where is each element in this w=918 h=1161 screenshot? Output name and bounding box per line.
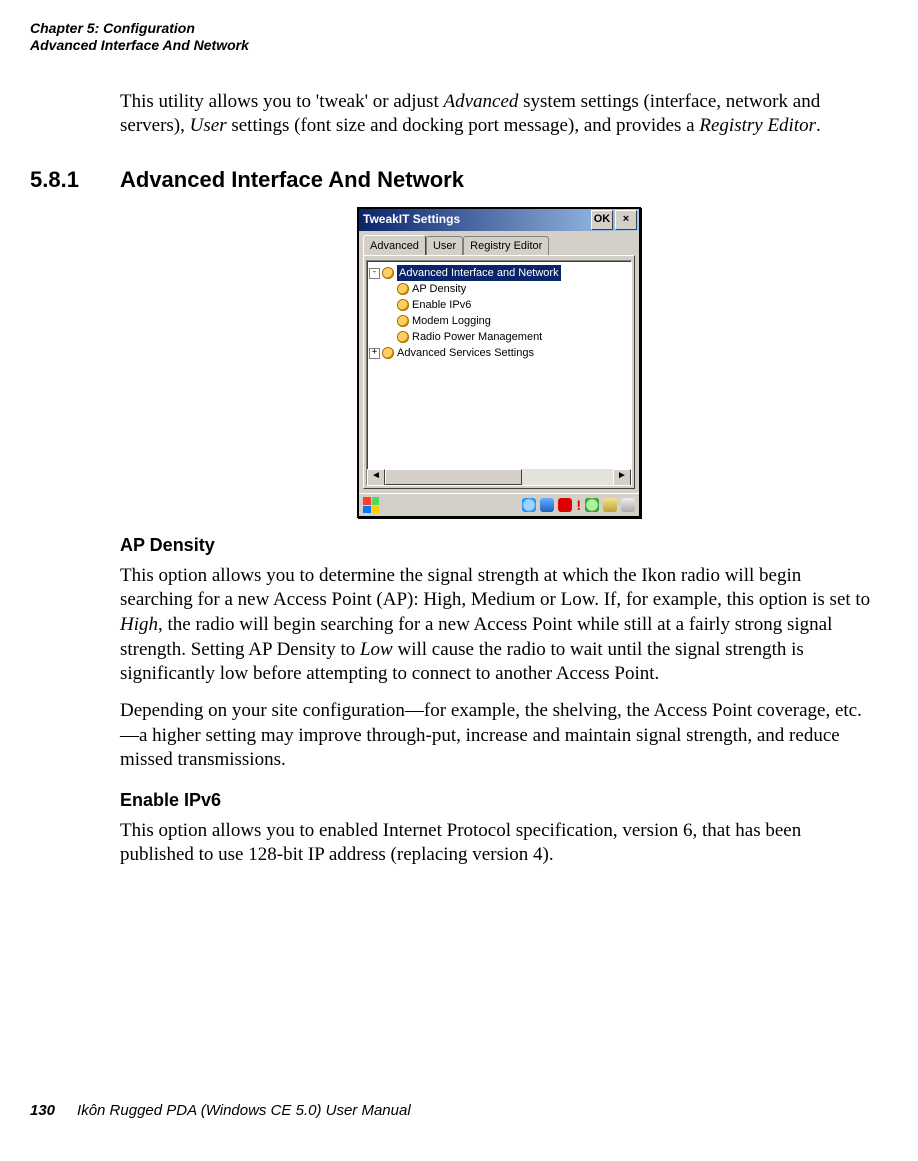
intro-text-d: . — [816, 115, 821, 136]
section-number: 5.8.1 — [30, 167, 120, 193]
gear-icon — [397, 299, 409, 311]
page-number: 130 — [30, 1102, 55, 1119]
scroll-left-button[interactable]: ◄ — [367, 469, 385, 486]
collapse-icon[interactable]: - — [369, 268, 380, 279]
enable-ipv6-heading: Enable IPv6 — [120, 789, 878, 812]
tree-label: Advanced Interface and Network — [397, 265, 561, 281]
close-button[interactable]: × — [615, 210, 637, 230]
intro-paragraph: This utility allows you to 'tweak' or ad… — [120, 90, 878, 139]
running-header: Chapter 5: Configuration Advanced Interf… — [30, 20, 888, 54]
page-footer: 130 Ikôn Rugged PDA (Windows CE 5.0) User… — [30, 1102, 411, 1119]
plug-icon[interactable] — [621, 498, 635, 512]
start-button[interactable] — [363, 497, 379, 513]
intro-text-c: settings (font size and docking port mes… — [227, 115, 700, 136]
gear-icon — [397, 331, 409, 343]
tree-label: Radio Power Management — [412, 329, 542, 345]
ap-density-paragraph-2: Depending on your site configuration—for… — [120, 699, 878, 773]
ok-button[interactable]: OK — [591, 210, 613, 230]
scroll-thumb[interactable] — [385, 469, 522, 485]
dialog-titlebar[interactable]: TweakIT Settings OK × — [359, 209, 639, 231]
ap-italic-high: High — [120, 614, 158, 635]
scroll-track[interactable] — [385, 469, 613, 485]
manual-title: Ikôn Rugged PDA (Windows CE 5.0) User Ma… — [77, 1102, 411, 1119]
network-icon[interactable] — [540, 498, 554, 512]
tree-node-enable-ipv6[interactable]: Enable IPv6 — [369, 297, 627, 313]
ap-italic-low: Low — [360, 639, 393, 660]
dialog-title: TweakIT Settings — [363, 212, 589, 228]
tree-node-advanced-services[interactable]: + Advanced Services Settings — [369, 345, 627, 361]
enable-ipv6-paragraph: This option allows you to enabled Intern… — [120, 819, 878, 868]
tree-node-radio-power[interactable]: Radio Power Management — [369, 329, 627, 345]
gear-icon — [397, 283, 409, 295]
header-chapter: Chapter 5: Configuration — [30, 20, 888, 37]
gear-icon — [382, 267, 394, 279]
taskbar[interactable]: ! — [359, 493, 639, 516]
scroll-right-button[interactable]: ► — [613, 469, 631, 486]
globe-icon[interactable] — [522, 498, 536, 512]
intro-italic-advanced: Advanced — [443, 91, 518, 112]
intro-text-a: This utility allows you to 'tweak' or ad… — [120, 91, 443, 112]
tree-label: Enable IPv6 — [412, 297, 471, 313]
expand-icon[interactable]: + — [369, 348, 380, 359]
intro-italic-user: User — [190, 115, 227, 136]
globe2-icon[interactable] — [585, 498, 599, 512]
intro-italic-registry: Registry Editor — [699, 115, 816, 136]
tab-user[interactable]: User — [426, 236, 463, 255]
horizontal-scrollbar[interactable]: ◄ ► — [367, 469, 631, 485]
ap-density-heading: AP Density — [120, 534, 878, 557]
tree-label: AP Density — [412, 281, 466, 297]
tree-label: Advanced Services Settings — [397, 345, 534, 361]
gear-icon — [382, 347, 394, 359]
tree-node-ap-density[interactable]: AP Density — [369, 281, 627, 297]
card-icon[interactable] — [603, 498, 617, 512]
section-heading: 5.8.1Advanced Interface And Network — [30, 167, 888, 193]
ap-text-a: This option allows you to determine the … — [120, 565, 870, 611]
tweakit-dialog: TweakIT Settings OK × Advanced User Regi… — [357, 207, 641, 518]
gear-icon — [397, 315, 409, 327]
system-tray: ! — [522, 498, 635, 512]
exclamation-icon[interactable]: ! — [576, 498, 581, 512]
ap-density-paragraph-1: This option allows you to determine the … — [120, 564, 878, 687]
tree-node-advanced-interface[interactable]: - Advanced Interface and Network — [369, 265, 627, 281]
tree-label: Modem Logging — [412, 313, 491, 329]
tree-node-modem-logging[interactable]: Modem Logging — [369, 313, 627, 329]
header-section: Advanced Interface And Network — [30, 37, 888, 54]
section-title: Advanced Interface And Network — [120, 167, 464, 192]
tree-view[interactable]: - Advanced Interface and Network AP Dens… — [366, 260, 632, 486]
tab-panel: - Advanced Interface and Network AP Dens… — [363, 255, 635, 489]
alert-icon[interactable] — [558, 498, 572, 512]
tab-advanced[interactable]: Advanced — [363, 235, 426, 255]
tab-strip: Advanced User Registry Editor — [359, 231, 639, 255]
tab-registry-editor[interactable]: Registry Editor — [463, 236, 549, 255]
